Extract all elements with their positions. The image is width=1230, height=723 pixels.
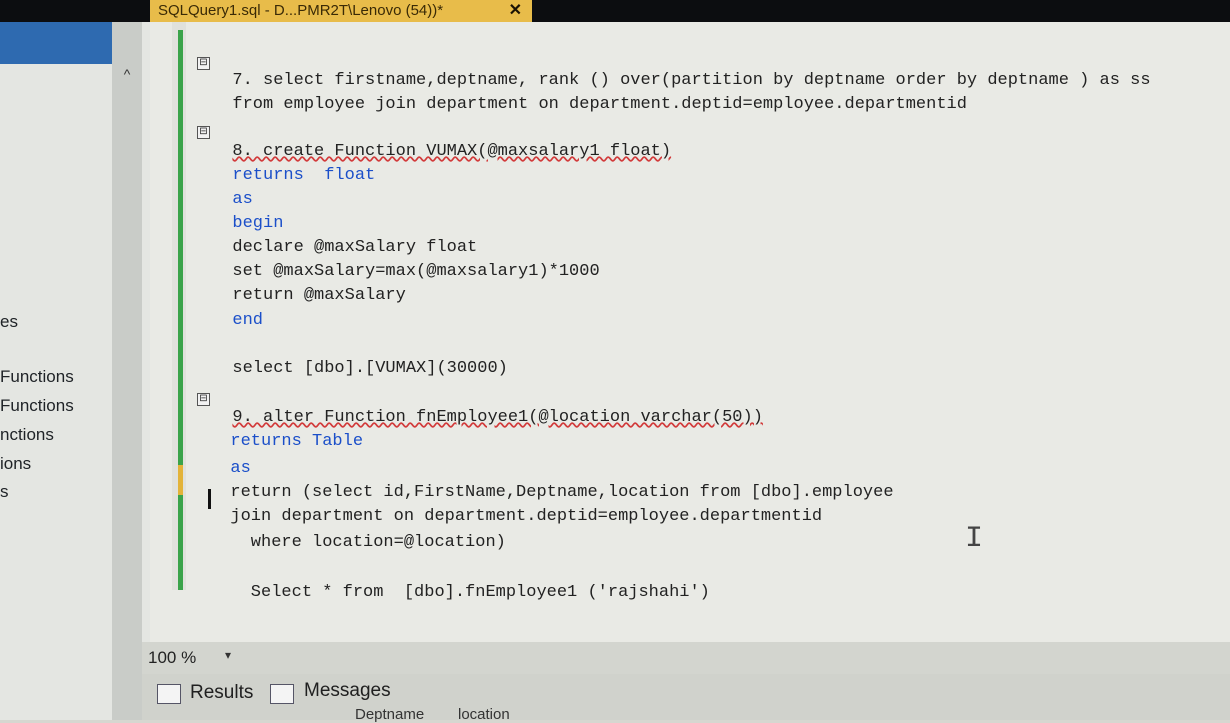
zoom-level[interactable]: 100 % [148,648,196,668]
column-header: Deptname [355,706,425,723]
tree-item[interactable]: es [0,312,18,332]
code-line[interactable]: Select * from [dbo].fnEmployee1 ('rajsha… [210,564,710,602]
code-text: select [dbo].[VUMAX](30000) [232,359,508,378]
scroll-up-icon[interactable]: ^ [112,64,142,84]
column-header: location [458,706,510,723]
ibeam-cursor-icon: I [965,522,984,556]
code-text: from employee join department on departm… [232,95,967,114]
text-caret [208,489,211,509]
close-icon[interactable]: ✕ [509,0,522,22]
change-indicator [178,495,183,590]
change-indicator [178,465,183,495]
tree-item[interactable]: Functions [0,367,74,387]
code-text: where location=@location) [230,533,506,552]
messages-icon [270,684,294,704]
grid-icon [157,684,181,704]
code-line[interactable]: from employee join department on departm… [212,76,967,114]
chevron-down-icon[interactable]: ▾ [225,648,231,662]
code-text: returns float [232,166,376,185]
tab-title: SQLQuery1.sql - D...PMR2T\Lenovo (54))* [158,2,444,19]
change-indicator [178,30,183,465]
tab-messages[interactable]: Messages [304,680,391,702]
explorer-scrollbar[interactable] [112,22,142,720]
editor-status-bar [142,642,1230,674]
tree-item[interactable]: s [0,482,9,502]
code-text: end [232,311,264,330]
tree-item[interactable]: Functions [0,396,74,416]
collapse-icon[interactable]: ⊟ [197,126,210,139]
code-line[interactable]: end [212,292,263,330]
collapse-icon[interactable]: ⊟ [197,393,210,406]
code-text: Select * from [dbo].fnEmployee1 ('rajsha… [230,583,710,602]
tree-item[interactable]: nctions [0,425,54,445]
tab-sqlquery1[interactable]: SQLQuery1.sql - D...PMR2T\Lenovo (54))* … [150,0,532,22]
code-line[interactable]: where location=@location) [210,514,506,552]
tree-item[interactable]: ions [0,454,31,474]
explorer-header [0,22,112,64]
collapse-icon[interactable]: ⊟ [197,57,210,70]
tab-results[interactable]: Results [190,682,253,704]
code-line[interactable]: select [dbo].[VUMAX](30000) [212,340,508,378]
